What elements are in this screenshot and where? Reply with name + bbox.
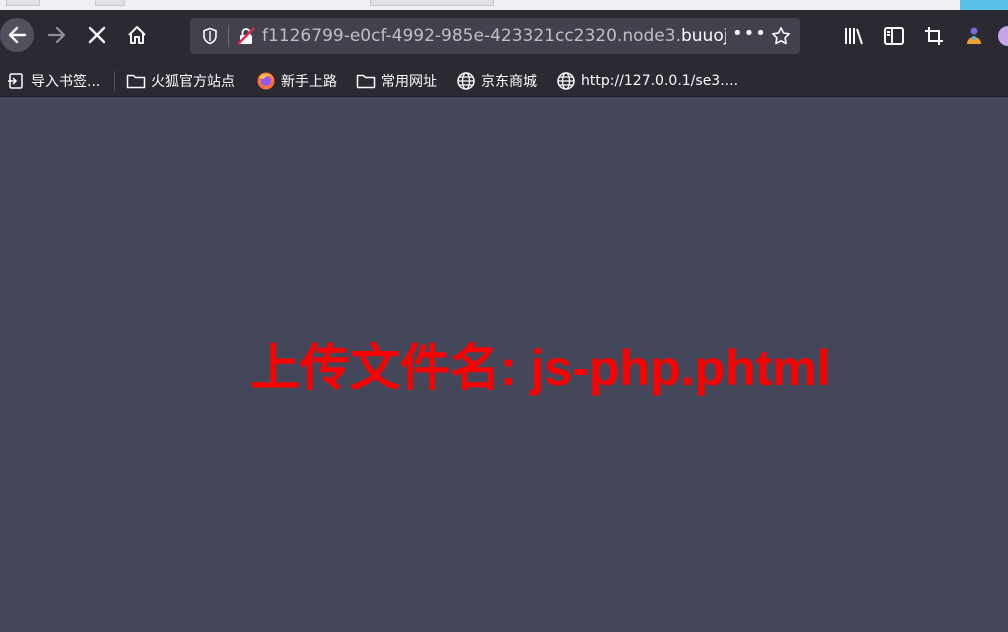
tab-fragment[interactable] bbox=[95, 0, 125, 6]
stop-button[interactable] bbox=[80, 18, 114, 52]
url-prefix: f1126799-e0cf-4992-985e-423321cc2320.nod… bbox=[262, 26, 681, 46]
tab-fragment[interactable] bbox=[370, 0, 494, 6]
import-icon bbox=[6, 71, 26, 91]
url-domain: buuoj.cn bbox=[680, 26, 726, 46]
bookmark-label: 火狐官方站点 bbox=[151, 74, 235, 90]
url-text[interactable]: f1126799-e0cf-4992-985e-423321cc2320.nod… bbox=[262, 26, 726, 46]
close-icon bbox=[88, 26, 106, 44]
sidebar-icon bbox=[884, 27, 904, 45]
bookmark-separator bbox=[114, 71, 115, 91]
bookmark-localhost[interactable]: http://127.0.0.1/se3.... bbox=[556, 69, 738, 93]
insecure-lock-icon bbox=[237, 27, 255, 45]
arrow-right-icon bbox=[47, 26, 66, 44]
bookmark-folder-firefox[interactable]: 火狐官方站点 bbox=[126, 69, 235, 93]
library-button[interactable] bbox=[841, 23, 867, 49]
home-icon bbox=[128, 26, 146, 44]
folder-icon bbox=[356, 71, 376, 91]
home-button[interactable] bbox=[120, 18, 154, 52]
site-info-button[interactable] bbox=[234, 24, 258, 48]
globe-icon bbox=[556, 71, 576, 91]
page-actions-button[interactable]: ••• bbox=[732, 24, 766, 48]
navigation-toolbar: f1126799-e0cf-4992-985e-423321cc2320.nod… bbox=[0, 10, 1008, 65]
sidebar-button[interactable] bbox=[881, 23, 907, 49]
url-bar[interactable]: f1126799-e0cf-4992-985e-423321cc2320.nod… bbox=[190, 18, 800, 54]
globe-icon bbox=[456, 71, 476, 91]
bookmark-folder-common[interactable]: 常用网址 bbox=[356, 69, 437, 93]
shield-icon bbox=[203, 27, 217, 45]
bookmark-label: 新手上路 bbox=[281, 74, 337, 90]
bookmark-import[interactable]: 导入书签... bbox=[6, 69, 100, 93]
library-icon bbox=[845, 28, 863, 45]
crop-icon bbox=[925, 27, 943, 45]
account-icon[interactable] bbox=[998, 26, 1008, 46]
extension-button[interactable] bbox=[961, 23, 987, 49]
forward-button[interactable] bbox=[40, 18, 74, 52]
bookmark-getting-started[interactable]: 新手上路 bbox=[256, 69, 337, 93]
back-button[interactable] bbox=[0, 18, 34, 52]
bookmarks-toolbar: 导入书签... 火狐官方站点 新手上路 常用网址 京东商城 http://127… bbox=[0, 65, 1008, 97]
screenshot-button[interactable] bbox=[921, 23, 947, 49]
extension-icon bbox=[967, 27, 981, 44]
bookmark-jd[interactable]: 京东商城 bbox=[456, 69, 537, 93]
bookmark-label: 京东商城 bbox=[481, 74, 537, 90]
upload-filename-message: 上传文件名: js-php.phtml bbox=[250, 340, 831, 396]
firefox-icon bbox=[256, 71, 276, 91]
folder-icon bbox=[126, 71, 146, 91]
arrow-left-icon bbox=[8, 26, 27, 44]
urlbar-divider bbox=[228, 25, 229, 47]
bookmark-label: 导入书签... bbox=[31, 74, 101, 90]
window-edge bbox=[960, 0, 1008, 10]
tab-fragment[interactable] bbox=[6, 0, 40, 6]
bookmark-star-button[interactable] bbox=[768, 24, 794, 48]
tab-strip bbox=[0, 0, 1008, 10]
bookmark-label: 常用网址 bbox=[381, 74, 437, 90]
bookmark-label: http://127.0.0.1/se3.... bbox=[581, 73, 739, 89]
tracking-protection-button[interactable] bbox=[198, 24, 222, 48]
star-icon bbox=[772, 27, 790, 45]
